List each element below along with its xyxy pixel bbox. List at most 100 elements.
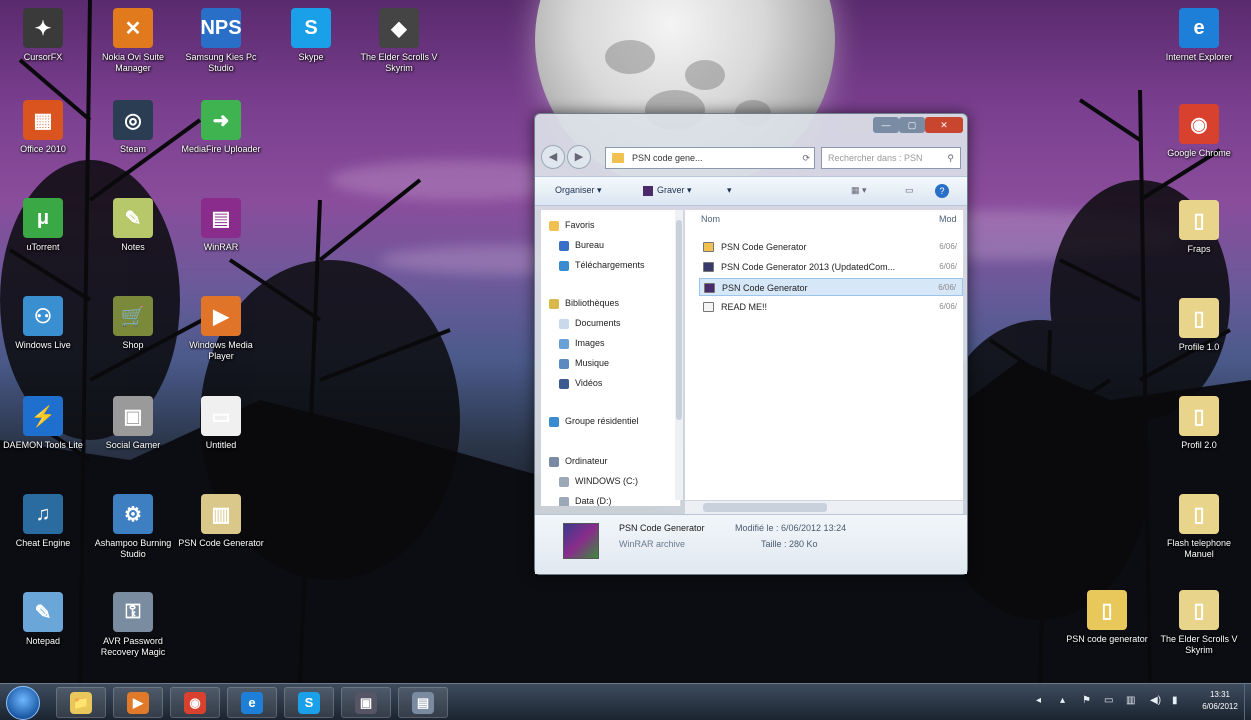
desktop-icon[interactable]: ▶ Windows Media Player (178, 296, 264, 362)
explorer-icon: 📁 (70, 691, 92, 714)
nav-item-icon (559, 358, 569, 369)
nav-item[interactable]: Musique (559, 358, 609, 369)
nav-item[interactable]: WINDOWS (C:) (559, 476, 638, 487)
nav-item[interactable]: Téléchargements (559, 260, 645, 271)
desktop-icon[interactable]: ◎ Steam (90, 100, 176, 155)
column-modified[interactable]: Mod (939, 214, 957, 224)
app-icon: ✎ (23, 592, 63, 632)
folder-icon (612, 153, 624, 163)
nav-item[interactable]: Groupe résidentiel (549, 416, 639, 427)
file-row[interactable]: PSN Code Generator 2013 (UpdatedCom... 6/… (699, 258, 963, 276)
nav-item-icon (559, 338, 569, 349)
desktop-icon[interactable]: ▯ Flash telephone Manuel (1156, 494, 1242, 560)
show-hidden-icons[interactable]: ◂ (1036, 695, 1041, 706)
address-bar[interactable]: PSN code gene... ⟳ (605, 147, 815, 169)
ie-button[interactable]: e (227, 687, 277, 718)
nav-item[interactable]: Bureau (559, 240, 604, 251)
desktop-icon[interactable]: ▤ WinRAR (178, 198, 264, 253)
more-menu[interactable]: ▾ (727, 185, 732, 196)
organize-menu[interactable]: Organiser ▾ (555, 185, 602, 196)
desktop-icon[interactable]: ▥ PSN Code Generator (178, 494, 264, 549)
skype-button[interactable]: S (284, 687, 334, 718)
app-icon: ▦ (23, 100, 63, 140)
desktop-icon[interactable]: NPS Samsung Kies Pc Studio (178, 8, 264, 74)
desktop-icon-label: AVR Password Recovery Magic (100, 636, 166, 657)
media-player-button[interactable]: ▶ (113, 687, 163, 718)
window-titlebar[interactable]: — ▢ ✕ (535, 114, 967, 142)
desktop-icon[interactable]: ✎ Notepad (0, 592, 86, 647)
desktop-icon[interactable]: ▭ Untitled (178, 396, 264, 451)
desktop-icon[interactable]: ⚇ Windows Live (0, 296, 86, 351)
clock[interactable]: 13:31 6/06/2012 (1195, 689, 1245, 713)
minimize-button[interactable]: — (873, 117, 899, 133)
network-tray-icon[interactable]: ▴ (1060, 695, 1065, 706)
task-button-2[interactable]: ▤ (398, 687, 448, 718)
file-date: 6/06/ (939, 262, 957, 271)
desktop-icon[interactable]: ◆ The Elder Scrolls V Skyrim (356, 8, 442, 74)
help-icon[interactable]: ? (935, 184, 949, 198)
desktop-icon[interactable]: S Skype (268, 8, 354, 63)
app-icon: ▶ (201, 296, 241, 336)
desktop-icon[interactable]: ▣ Social Gamer (90, 396, 176, 451)
nav-item[interactable]: Vidéos (559, 378, 602, 389)
battery-icon[interactable]: ▮ (1172, 695, 1178, 706)
explorer-window[interactable]: — ▢ ✕ ◀ ▶ PSN code gene... ⟳ Rechercher … (534, 113, 968, 575)
display-tray-icon[interactable]: ▭ (1104, 695, 1113, 706)
clock-date: 6/06/2012 (1202, 702, 1238, 711)
forward-button[interactable]: ▶ (567, 145, 591, 169)
desktop-icon[interactable]: ▯ Profil 2.0 (1156, 396, 1242, 451)
burn-menu[interactable]: Graver ▾ (643, 185, 692, 196)
desktop-icon[interactable]: 🛒 Shop (90, 296, 176, 351)
back-button[interactable]: ◀ (541, 145, 565, 169)
view-options-icon[interactable]: ▦ ▾ (851, 185, 867, 196)
volume-icon[interactable]: ◀) (1150, 695, 1161, 706)
file-row[interactable]: PSN Code Generator 6/06/ (699, 238, 963, 256)
nav-item-label: Documents (575, 318, 621, 328)
desktop-icon[interactable]: ✦ CursorFX (0, 8, 86, 63)
nav-item[interactable]: Documents (559, 318, 621, 329)
close-button[interactable]: ✕ (925, 117, 963, 133)
nav-item-label: Bibliothèques (565, 298, 620, 308)
preview-pane-icon[interactable]: ▭ (905, 185, 914, 196)
file-name: PSN Code Generator 2013 (UpdatedCom... (721, 262, 896, 272)
desktop-icon[interactable]: ✎ Notes (90, 198, 176, 253)
chrome-button[interactable]: ◉ (170, 687, 220, 718)
desktop-icon[interactable]: e Internet Explorer (1156, 8, 1242, 63)
nav-item[interactable]: Images (559, 338, 605, 349)
nav-scrollbar[interactable] (675, 210, 683, 500)
maximize-button[interactable]: ▢ (899, 117, 925, 133)
desktop-icon[interactable]: ✕ Nokia Ovi Suite Manager (90, 8, 176, 74)
network-icon[interactable]: ▥ (1126, 695, 1135, 706)
desktop-icon-label: Samsung Kies Pc Studio (185, 52, 257, 73)
action-center-icon[interactable]: ⚑ (1082, 695, 1091, 706)
desktop-icon[interactable]: ⚿ AVR Password Recovery Magic (90, 592, 176, 658)
search-input[interactable]: Rechercher dans : PSN ⚲ (821, 147, 961, 169)
app-icon: ▥ (201, 494, 241, 534)
desktop-icon[interactable]: ⚡ DAEMON Tools Lite (0, 396, 86, 451)
explorer-button[interactable]: 📁 (56, 687, 106, 718)
nav-item[interactable]: Ordinateur (549, 456, 608, 467)
show-desktop-button[interactable] (1244, 684, 1251, 720)
file-row[interactable]: READ ME!! 6/06/ (699, 298, 963, 316)
file-row[interactable]: PSN Code Generator 6/06/ (699, 278, 963, 296)
nav-item[interactable]: Bibliothèques (549, 298, 619, 309)
desktop-icon[interactable]: ⚙ Ashampoo Burning Studio (90, 494, 176, 560)
desktop-icon[interactable]: ▦ Office 2010 (0, 100, 86, 155)
nav-item[interactable]: Favoris (549, 220, 595, 231)
desktop-icon[interactable]: ◉ Google Chrome (1156, 104, 1242, 159)
desktop-icon[interactable]: ▯ PSN code generator (1064, 590, 1150, 645)
refresh-icon[interactable]: ⟳ (802, 148, 810, 168)
desktop-icon[interactable]: ▯ Fraps (1156, 200, 1242, 255)
task-button-1[interactable]: ▣ (341, 687, 391, 718)
column-name[interactable]: Nom (701, 214, 720, 224)
desktop-icon[interactable]: ▯ The Elder Scrolls V Skyrim (1156, 590, 1242, 656)
desktop-icon[interactable]: ▯ Profile 1.0 (1156, 298, 1242, 353)
nav-item[interactable]: Data (D:) (559, 496, 612, 506)
start-button[interactable] (6, 686, 40, 720)
details-pane: PSN Code Generator Modifié le : 6/06/201… (535, 514, 967, 574)
desktop-icon[interactable]: μ uTorrent (0, 198, 86, 253)
desktop-icon-label: Flash telephone Manuel (1166, 538, 1232, 559)
desktop-icon[interactable]: ➜ MediaFire Uploader (178, 100, 264, 155)
desktop-icon[interactable]: ♫ Cheat Engine (0, 494, 86, 549)
horizontal-scrollbar[interactable] (685, 500, 963, 514)
